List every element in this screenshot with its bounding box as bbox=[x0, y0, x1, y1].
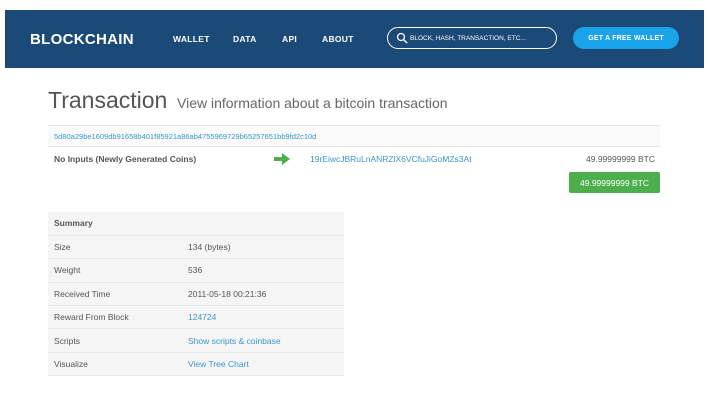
table-row: Reward From Block 124724 bbox=[48, 305, 344, 330]
table-row: Visualize View Tree Chart bbox=[48, 352, 344, 377]
transaction-hash-link[interactable]: 5d80a29be1609db91658b401f85921a86ab47559… bbox=[54, 132, 316, 141]
summary-table: Summary Size 134 (bytes) Weight 536 Rece… bbox=[48, 212, 344, 377]
summary-label-scripts: Scripts bbox=[48, 328, 182, 353]
view-tree-chart-link[interactable]: View Tree Chart bbox=[188, 359, 249, 369]
show-scripts-link[interactable]: Show scripts & coinbase bbox=[188, 336, 281, 346]
summary-label-weight: Weight bbox=[48, 258, 182, 283]
summary-value-weight: 536 bbox=[182, 258, 344, 283]
summary-label-visualize: Visualize bbox=[48, 352, 182, 377]
table-row: Size 134 (bytes) bbox=[48, 235, 344, 260]
output-address-link[interactable]: 19rEiwcJBRuLnANRZlX6VCfuJiGoMZs3At bbox=[310, 154, 472, 164]
page-subtitle: View information about a bitcoin transac… bbox=[177, 95, 448, 111]
brand-logo[interactable]: BLOCKCHAIN bbox=[30, 31, 134, 48]
summary-label-received-time: Received Time bbox=[48, 282, 182, 307]
summary-heading: Summary bbox=[48, 212, 344, 236]
summary-value-size: 134 (bytes) bbox=[182, 235, 344, 260]
nav-data[interactable]: DATA bbox=[233, 34, 257, 44]
nav-wallet[interactable]: WALLET bbox=[173, 34, 210, 44]
page-title: Transaction bbox=[48, 87, 168, 113]
search-icon bbox=[396, 32, 408, 44]
inputs-label: No Inputs (Newly Generated Coins) bbox=[54, 154, 197, 164]
summary-header-row: Summary bbox=[48, 212, 344, 236]
search-box[interactable] bbox=[387, 27, 557, 49]
table-row: Received Time 2011-05-18 00:21:36 bbox=[48, 282, 344, 307]
search-input[interactable] bbox=[410, 30, 554, 47]
output-amount: 49.99999999 BTC bbox=[586, 154, 655, 164]
nav-api[interactable]: API bbox=[282, 34, 297, 44]
top-navbar: BLOCKCHAIN WALLET DATA API ABOUT GET A F… bbox=[5, 10, 704, 68]
get-free-wallet-button[interactable]: GET A FREE WALLET bbox=[573, 27, 679, 49]
summary-label-reward-block: Reward From Block bbox=[48, 305, 182, 330]
arrow-right-icon bbox=[274, 153, 290, 165]
transaction-hash-bar: 5d80a29be1609db91658b401f85921a86ab47559… bbox=[48, 125, 660, 147]
nav-about[interactable]: ABOUT bbox=[322, 34, 354, 44]
reward-block-link[interactable]: 124724 bbox=[188, 312, 216, 322]
table-row: Scripts Show scripts & coinbase bbox=[48, 328, 344, 353]
total-amount-badge[interactable]: 49.99999999 BTC bbox=[569, 172, 660, 193]
table-row: Weight 536 bbox=[48, 258, 344, 283]
summary-label-size: Size bbox=[48, 235, 182, 260]
summary-value-received-time: 2011-05-18 00:21:36 bbox=[182, 282, 344, 307]
